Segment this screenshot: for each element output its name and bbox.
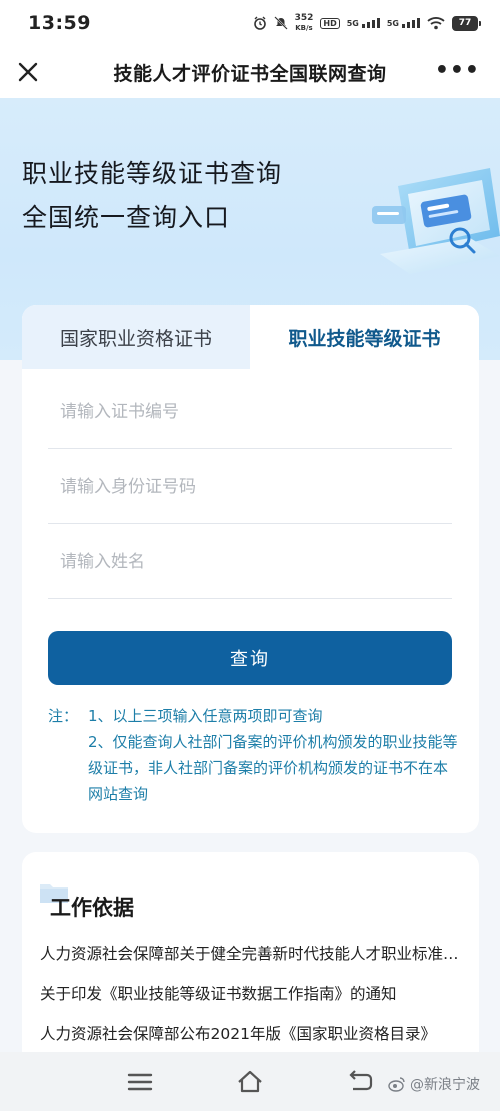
tab-skill-level[interactable]: 职业技能等级证书 xyxy=(250,305,479,369)
status-bar: 13:59 352 KB/s HD 5G 5G 77 xyxy=(0,0,500,46)
id-number-input[interactable] xyxy=(48,450,452,523)
status-time: 13:59 xyxy=(28,12,91,34)
signal-icon-2: 5G xyxy=(387,18,420,28)
note-item: 2、仅能查询人社部门备案的评价机构颁发的职业技能等级证书，非人社部门备案的评价机… xyxy=(88,733,458,803)
certificate-tabs: 国家职业资格证书 职业技能等级证书 xyxy=(22,305,479,369)
name-input[interactable] xyxy=(48,525,452,598)
name-field xyxy=(48,525,452,599)
watermark: @新浪宁波 xyxy=(388,1074,480,1094)
back-icon[interactable] xyxy=(345,1068,375,1096)
page-title: 技能人才评价证书全国联网查询 xyxy=(113,62,387,85)
hd-badge: HD xyxy=(320,17,340,29)
document-link[interactable]: 关于印发《职业技能等级证书数据工作指南》的通知 xyxy=(40,974,460,1014)
mute-icon xyxy=(273,16,288,30)
net-speed: 352 KB/s xyxy=(295,13,314,33)
nav-bar: 技能人才评价证书全国联网查询 ••• xyxy=(0,46,500,98)
menu-icon[interactable] xyxy=(125,1068,155,1096)
net-speed-value: 352 xyxy=(294,13,314,23)
watermark-text: @新浪宁波 xyxy=(410,1077,480,1093)
hero-subheading: 全国统一查询入口 xyxy=(22,203,231,232)
home-icon[interactable] xyxy=(235,1068,265,1096)
laptop-illustration-icon xyxy=(372,168,500,274)
battery-level: 77 xyxy=(458,18,472,28)
close-icon[interactable] xyxy=(14,58,42,86)
weibo-logo-icon xyxy=(388,1077,405,1092)
status-icons: 352 KB/s HD 5G 5G 77 xyxy=(253,13,481,33)
id-number-field xyxy=(48,450,452,524)
wifi-icon xyxy=(427,17,445,30)
note-item: 1、以上三项输入任意两项即可查询 xyxy=(88,707,323,725)
tab-national-qualification[interactable]: 国家职业资格证书 xyxy=(22,305,250,369)
document-link[interactable]: 人力资源社会保障部公布2021年版《国家职业资格目录》 xyxy=(40,1014,460,1054)
net-speed-unit: KB/s xyxy=(295,24,313,32)
cert-number-input[interactable] xyxy=(48,375,452,448)
note-label: 注： xyxy=(48,707,79,725)
alarm-icon xyxy=(253,16,266,30)
battery-icon: 77 xyxy=(452,15,481,31)
document-list: 人力资源社会保障部关于健全完善新时代技能人才职业标准体系的通知 关于印发《职业技… xyxy=(40,934,460,1054)
more-options-button[interactable]: ••• xyxy=(435,60,480,82)
query-card: 国家职业资格证书 职业技能等级证书 查询 注： 1、以上三项输入任意两项即可查询… xyxy=(22,305,479,833)
cert-number-field xyxy=(48,375,452,449)
signal-2-label: 5G xyxy=(386,19,399,28)
note-section: 注： 1、以上三项输入任意两项即可查询 2、仅能查询人社部门备案的评价机构颁发的… xyxy=(48,703,458,807)
work-basis-card: 工作依据 人力资源社会保障部关于健全完善新时代技能人才职业标准体系的通知 关于印… xyxy=(22,852,479,1082)
signal-icon-1: 5G xyxy=(347,18,380,28)
hero-heading: 职业技能等级证书查询 xyxy=(22,159,283,188)
query-button[interactable]: 查询 xyxy=(48,631,452,685)
work-basis-title: 工作依据 xyxy=(50,896,134,920)
document-link[interactable]: 人力资源社会保障部关于健全完善新时代技能人才职业标准体系的通知 xyxy=(40,934,460,974)
signal-1-label: 5G xyxy=(346,19,359,28)
